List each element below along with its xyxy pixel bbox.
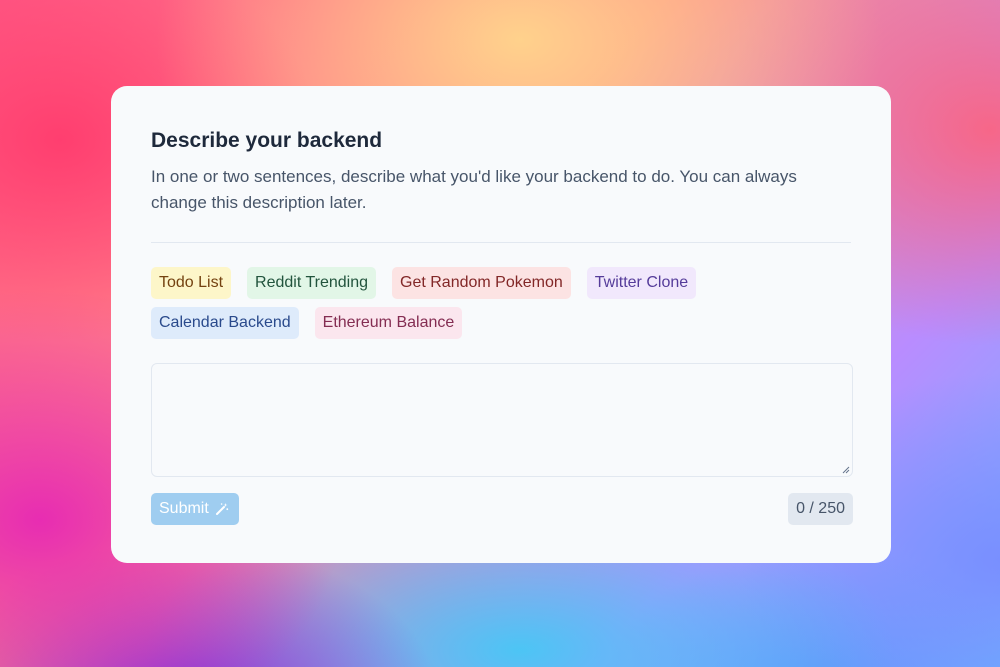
card-title: Describe your backend	[151, 129, 383, 152]
submit-button[interactable]: Submit	[151, 493, 239, 525]
description-textarea-container	[151, 363, 853, 477]
magic-wand-icon	[215, 503, 228, 515]
suggestion-chip-todo-list[interactable]: Todo List	[151, 267, 232, 299]
suggestion-chip-ethereum-balance[interactable]: Ethereum Balance	[314, 307, 463, 339]
description-textarea[interactable]	[152, 364, 852, 476]
divider	[151, 242, 851, 243]
backend-description-card: Describe your backend In one or two sent…	[111, 86, 891, 563]
submit-button-label: Submit	[159, 500, 209, 517]
card-description: In one or two sentences, describe what y…	[151, 167, 797, 212]
character-counter: 0 / 250	[788, 493, 853, 525]
form-footer: Submit 0 / 250	[151, 493, 853, 525]
suggestion-chip-get-random-pokemon[interactable]: Get Random Pokemon	[392, 267, 571, 299]
resize-handle-icon[interactable]	[842, 466, 850, 474]
suggestion-chip-twitter-clone[interactable]: Twitter Clone	[586, 267, 697, 299]
suggestion-chip-calendar-backend[interactable]: Calendar Backend	[151, 307, 299, 339]
suggestion-chip-reddit-trending[interactable]: Reddit Trending	[247, 267, 377, 299]
suggestion-chips: Todo List Reddit Trending Get Random Pok…	[151, 267, 851, 347]
